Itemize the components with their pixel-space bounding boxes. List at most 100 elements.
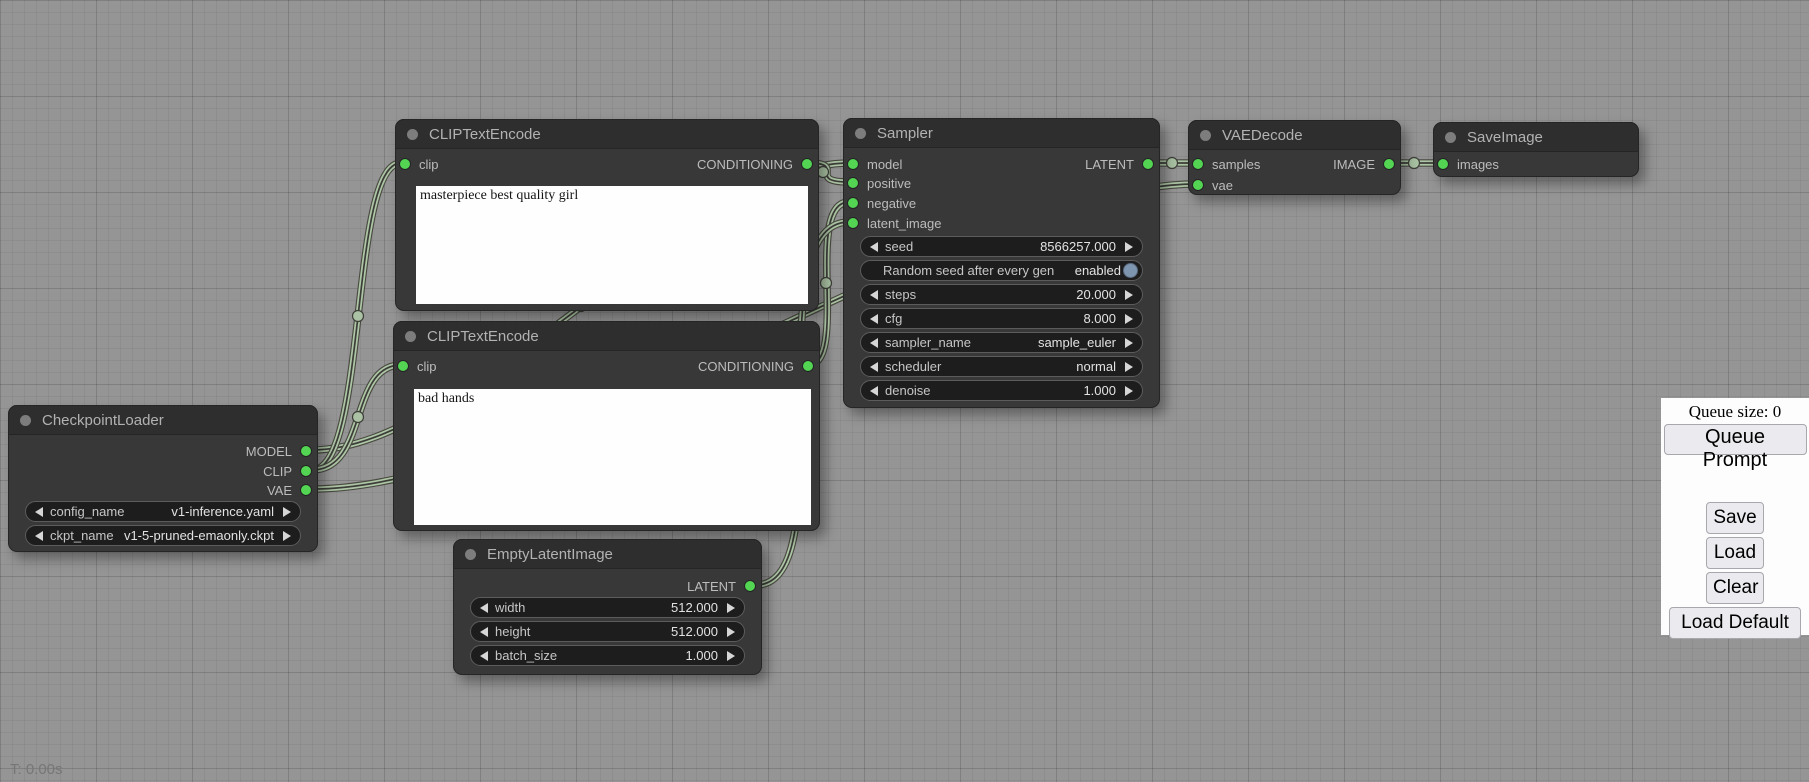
decrement-arrow-icon[interactable] [480,651,488,661]
node-empty-latent-image[interactable]: EmptyLatentImage LATENT width 512.000 he… [453,539,762,675]
collapse-dot-icon[interactable] [465,549,476,560]
node-title: CLIPTextEncode [429,120,541,149]
decrement-arrow-icon[interactable] [870,386,878,396]
output-label: CLIP [263,464,292,479]
collapse-dot-icon[interactable] [1445,132,1456,143]
widget-label: seed [885,239,913,254]
widget-height[interactable]: height 512.000 [470,621,745,642]
load-button[interactable]: Load [1706,537,1764,569]
output-port-conditioning[interactable] [801,158,813,170]
output-port-latent[interactable] [744,580,756,592]
node-title-bar[interactable]: CheckpointLoader [8,405,318,435]
input-port-latent-image[interactable] [847,217,859,229]
output-port-clip[interactable] [300,465,312,477]
decrement-arrow-icon[interactable] [870,290,878,300]
increment-arrow-icon[interactable] [1125,338,1133,348]
input-port-vae[interactable] [1192,179,1204,191]
decrement-arrow-icon[interactable] [480,627,488,637]
input-port-images[interactable] [1437,158,1449,170]
increment-arrow-icon[interactable] [727,603,735,613]
widget-value: normal [1076,359,1116,374]
link-midpoint-dot [1409,158,1420,169]
collapse-dot-icon[interactable] [407,129,418,140]
increment-arrow-icon[interactable] [727,651,735,661]
output-port-image[interactable] [1383,158,1395,170]
widget-label: scheduler [885,359,941,374]
widget-label: denoise [885,383,931,398]
decrement-arrow-icon[interactable] [480,603,488,613]
node-title-bar[interactable]: VAEDecode [1188,120,1401,150]
node-title: VAEDecode [1222,121,1303,150]
side-menu-panel: Queue size: 0 Queue Prompt Save Load Cle… [1661,398,1809,635]
node-save-image[interactable]: SaveImage images [1433,122,1639,177]
increment-arrow-icon[interactable] [1125,290,1133,300]
increment-arrow-icon[interactable] [1125,314,1133,324]
output-port-vae[interactable] [300,484,312,496]
output-port-latent[interactable] [1142,158,1154,170]
increment-arrow-icon[interactable] [727,627,735,637]
increment-arrow-icon[interactable] [1125,386,1133,396]
node-title-bar[interactable]: CLIPTextEncode [393,321,820,351]
node-clip-text-encode-negative[interactable]: CLIPTextEncode clip CONDITIONING bad han… [393,321,820,531]
widget-value: 20.000 [1076,287,1116,302]
widget-width[interactable]: width 512.000 [470,597,745,618]
node-clip-text-encode-positive[interactable]: CLIPTextEncode clip CONDITIONING masterp… [395,119,819,311]
widget-scheduler[interactable]: scheduler normal [860,356,1143,377]
input-label: vae [1212,178,1233,193]
node-title-bar[interactable]: SaveImage [1433,122,1639,152]
increment-arrow-icon[interactable] [283,507,291,517]
decrement-arrow-icon[interactable] [870,314,878,324]
output-port-conditioning[interactable] [802,360,814,372]
node-sampler[interactable]: Sampler model LATENT positive negative l… [843,118,1160,408]
load-default-button[interactable]: Load Default [1669,607,1801,639]
output-port-model[interactable] [300,445,312,457]
queue-size-label: Queue size: 0 [1661,398,1809,422]
widget-cfg[interactable]: cfg 8.000 [860,308,1143,329]
widget-denoise[interactable]: denoise 1.000 [860,380,1143,401]
increment-arrow-icon[interactable] [283,531,291,541]
widget-seed[interactable]: seed 8566257.000 [860,236,1143,257]
decrement-arrow-icon[interactable] [870,242,878,252]
node-title-bar[interactable]: Sampler [843,118,1160,148]
node-title: EmptyLatentImage [487,540,613,569]
decrement-arrow-icon[interactable] [870,362,878,372]
node-title: SaveImage [1467,123,1543,152]
decrement-arrow-icon[interactable] [35,507,43,517]
prompt-textarea[interactable]: bad hands [414,389,811,525]
widget-value: sample_euler [1038,335,1116,350]
node-title-bar[interactable]: EmptyLatentImage [453,539,762,569]
node-checkpoint-loader[interactable]: CheckpointLoader MODEL CLIP VAE config_n… [8,405,318,552]
save-button[interactable]: Save [1706,502,1764,534]
node-graph-canvas[interactable]: CLIPTextEncode clip CONDITIONING masterp… [0,0,1809,782]
decrement-arrow-icon[interactable] [870,338,878,348]
node-vae-decode[interactable]: VAEDecode samples IMAGE vae [1188,120,1401,195]
link-midpoint-dot [818,167,829,178]
widget-label: ckpt_name [50,528,114,543]
widget-value: v1-inference.yaml [171,504,274,519]
increment-arrow-icon[interactable] [1125,242,1133,252]
output-label: IMAGE [1333,157,1375,172]
widget-sampler-name[interactable]: sampler_name sample_euler [860,332,1143,353]
input-port-positive[interactable] [847,177,859,189]
widget-label: height [495,624,530,639]
queue-prompt-button[interactable]: Queue Prompt [1664,424,1807,455]
widget-value: enabled [1075,263,1121,278]
decrement-arrow-icon[interactable] [35,531,43,541]
collapse-dot-icon[interactable] [855,128,866,139]
input-port-negative[interactable] [847,197,859,209]
widget-steps[interactable]: steps 20.000 [860,284,1143,305]
collapse-dot-icon[interactable] [20,415,31,426]
toggle-enabled-icon[interactable] [1123,263,1138,278]
increment-arrow-icon[interactable] [1125,362,1133,372]
widget-batch-size[interactable]: batch_size 1.000 [470,645,745,666]
widget-config-name[interactable]: config_name v1-inference.yaml [25,501,301,522]
collapse-dot-icon[interactable] [405,331,416,342]
output-label: MODEL [246,444,292,459]
node-title-bar[interactable]: CLIPTextEncode [395,119,819,149]
node-title: Sampler [877,119,933,148]
prompt-textarea[interactable]: masterpiece best quality girl [416,186,808,304]
widget-random-seed-toggle[interactable]: Random seed after every gen enabled [860,260,1143,281]
collapse-dot-icon[interactable] [1200,130,1211,141]
clear-button[interactable]: Clear [1706,572,1764,604]
widget-ckpt-name[interactable]: ckpt_name v1-5-pruned-emaonly.ckpt [25,525,301,546]
